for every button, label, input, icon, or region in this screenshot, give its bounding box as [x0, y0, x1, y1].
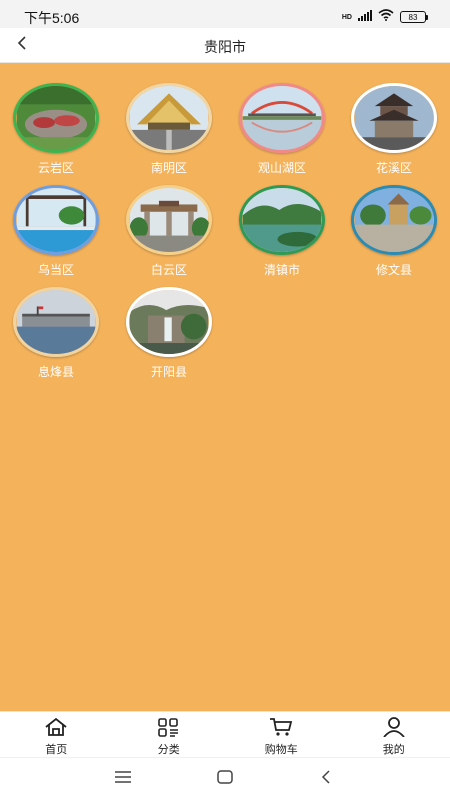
district-label: 观山湖区	[257, 161, 306, 175]
district-thumbnail	[13, 185, 99, 255]
district-label: 南明区	[150, 161, 187, 175]
system-navigation-bar	[0, 757, 450, 800]
hamburger-menu-icon	[115, 770, 131, 788]
menu-button[interactable]	[111, 768, 135, 790]
district-item[interactable]: 乌当区	[11, 185, 101, 278]
back-system-button[interactable]	[314, 768, 338, 790]
tab-profile[interactable]: 我的	[338, 712, 450, 757]
district-thumbnail	[239, 83, 325, 153]
district-item[interactable]: 白云区	[124, 185, 214, 278]
profile-icon	[381, 716, 407, 738]
district-item[interactable]: 南明区	[124, 83, 214, 176]
bridge-photo-icon	[242, 86, 322, 150]
tab-cart[interactable]: 购物车	[225, 712, 338, 757]
district-thumbnail	[13, 83, 99, 153]
gate-photo-icon	[129, 86, 209, 150]
top-bar: 贵阳市	[0, 28, 450, 63]
district-label: 修文县	[375, 263, 412, 277]
district-label: 开阳县	[150, 365, 187, 379]
district-thumbnail	[126, 287, 212, 357]
district-label: 云岩区	[37, 161, 74, 175]
district-item[interactable]: 观山湖区	[237, 83, 327, 176]
garden-photo-icon	[16, 86, 96, 150]
pool-photo-icon	[16, 188, 96, 252]
district-list-area: 云岩区 南明区 观山湖区 花溪区 乌当区 白云区 清镇市 修文县 息烽县 开阳县	[0, 63, 450, 711]
page-title: 贵阳市	[204, 39, 246, 55]
district-thumbnail	[13, 287, 99, 357]
tab-label: 首页	[45, 744, 68, 756]
status-time: 下午5:06	[24, 10, 80, 26]
district-item[interactable]: 修文县	[349, 185, 439, 278]
network-type-label: HD	[341, 13, 352, 21]
district-item[interactable]: 息烽县	[11, 287, 101, 380]
status-bar: 下午5:06 HD 83	[0, 0, 450, 28]
home-system-button[interactable]	[213, 768, 237, 790]
district-thumbnail	[351, 83, 437, 153]
district-item[interactable]: 花溪区	[349, 83, 439, 176]
tab-label: 分类	[157, 744, 180, 756]
battery-level: 83	[408, 12, 418, 22]
district-label: 白云区	[150, 263, 187, 277]
district-item[interactable]: 开阳县	[124, 287, 214, 380]
district-label: 清镇市	[263, 263, 300, 277]
district-label: 乌当区	[37, 263, 74, 277]
district-item[interactable]: 云岩区	[11, 83, 101, 176]
archway-photo-icon	[129, 188, 209, 252]
district-thumbnail	[126, 185, 212, 255]
building-photo-icon	[16, 290, 96, 354]
tab-home[interactable]: 首页	[0, 712, 113, 757]
battery-icon: 83	[400, 11, 428, 23]
pavilion-photo-icon	[354, 86, 434, 150]
chevron-left-icon	[321, 769, 331, 789]
tab-category[interactable]: 分类	[113, 712, 226, 757]
category-icon	[156, 716, 182, 738]
district-thumbnail	[239, 185, 325, 255]
home-icon	[43, 716, 69, 738]
square-icon	[217, 769, 233, 789]
district-thumbnail	[351, 185, 437, 255]
district-label: 息烽县	[37, 365, 74, 379]
waterfall-photo-icon	[129, 290, 209, 354]
tab-label: 购物车	[264, 744, 298, 756]
district-item[interactable]: 清镇市	[237, 185, 327, 278]
status-indicators: HD 83	[341, 8, 428, 26]
lake-photo-icon	[242, 188, 322, 252]
cart-icon	[268, 716, 294, 738]
district-label: 花溪区	[375, 161, 412, 175]
district-thumbnail	[126, 83, 212, 153]
square-photo-icon	[354, 188, 434, 252]
tab-label: 我的	[382, 744, 405, 756]
signal-icon	[358, 8, 372, 26]
wifi-icon	[378, 8, 394, 26]
bottom-tab-bar: 首页 分类 购物车 我的	[0, 711, 450, 757]
